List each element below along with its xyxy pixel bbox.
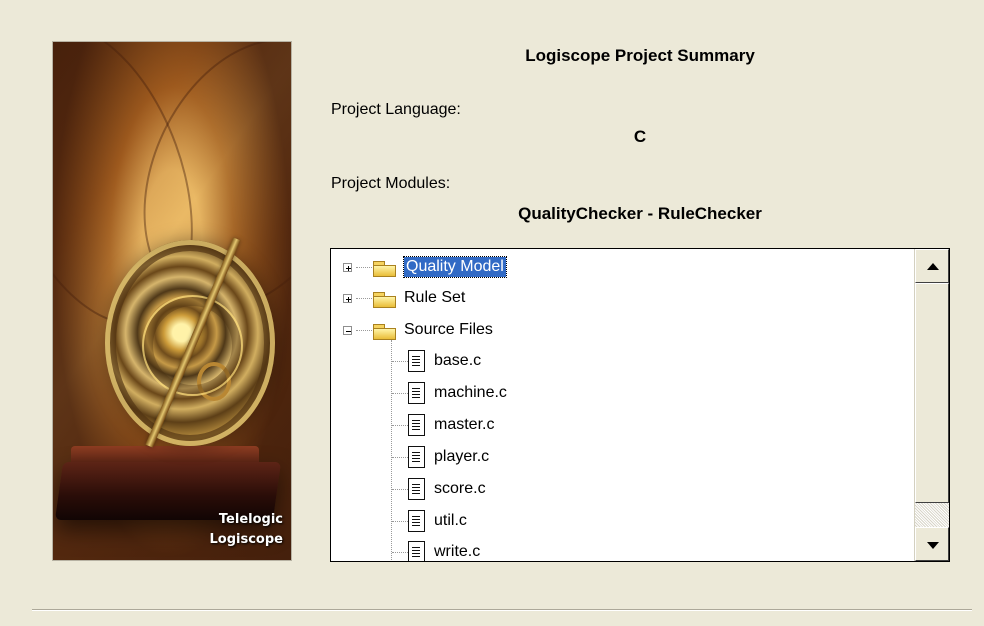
project-tree-list: Quality Model Rule Set Source Files base… (331, 249, 915, 561)
tree-item-label[interactable]: Quality Model (403, 256, 507, 278)
page-title: Logiscope Project Summary (525, 46, 755, 65)
tree-item-label[interactable]: Rule Set (404, 288, 465, 308)
scrollbar-thumb[interactable] (915, 283, 949, 503)
brand-line-telelogic: Telelogic (218, 512, 283, 527)
project-modules-value: QualityChecker - RuleChecker (518, 204, 762, 223)
tree-connector (392, 551, 408, 553)
file-icon (408, 446, 425, 468)
scrollbar-track[interactable] (915, 503, 949, 527)
tree-item-player-c[interactable]: player.c (392, 445, 489, 469)
tree-item-label[interactable]: base.c (434, 351, 481, 371)
file-icon (408, 510, 425, 532)
project-language-label: Project Language: (331, 101, 461, 118)
logiscope-astrolabe-image: Telelogic Logiscope (52, 41, 292, 561)
tree-item-source-files[interactable]: Source Files (343, 318, 493, 342)
tree-item-machine-c[interactable]: machine.c (392, 381, 507, 405)
vertical-scrollbar[interactable] (914, 249, 949, 561)
tree-item-score-c[interactable]: score.c (392, 477, 486, 501)
tree-item-label[interactable]: machine.c (434, 383, 507, 403)
tree-connector (392, 392, 408, 394)
tree-connector (356, 266, 372, 268)
folder-icon (372, 289, 396, 308)
tree-item-base-c[interactable]: base.c (392, 349, 481, 373)
brand-line-logiscope: Logiscope (209, 532, 283, 547)
astrolabe-icon (105, 237, 275, 448)
folder-icon (372, 258, 396, 277)
tree-item-label[interactable]: score.c (434, 479, 486, 499)
tree-item-label[interactable]: write.c (434, 542, 480, 561)
minus-expander-icon[interactable] (343, 325, 352, 335)
file-icon (408, 382, 425, 404)
tree-connector (392, 424, 408, 426)
tree-connector (392, 456, 408, 458)
plus-expander-icon[interactable] (343, 262, 352, 272)
project-modules-label: Project Modules: (331, 175, 451, 192)
tree-connector (356, 329, 372, 331)
file-icon (408, 478, 425, 500)
tree-item-quality-model[interactable]: Quality Model (343, 255, 507, 279)
bottom-separator (32, 609, 972, 611)
file-icon (408, 541, 425, 561)
project-tree-view[interactable]: Quality Model Rule Set Source Files base… (330, 248, 950, 562)
down-arrow-icon[interactable] (915, 527, 949, 561)
tree-item-label[interactable]: master.c (434, 415, 494, 435)
tree-item-master-c[interactable]: master.c (392, 413, 494, 437)
tree-connector (392, 520, 408, 522)
tree-connector (392, 360, 408, 362)
tree-item-write-c[interactable]: write.c (392, 540, 480, 561)
up-arrow-icon[interactable] (915, 249, 949, 283)
file-icon (408, 414, 425, 436)
tree-connector (356, 297, 372, 299)
plus-expander-icon[interactable] (343, 293, 352, 303)
telelogic-logiscope-brand: Telelogic Logiscope (210, 510, 283, 550)
tree-item-label[interactable]: Source Files (404, 320, 493, 340)
project-language-value: C (633, 127, 647, 146)
folder-icon (372, 321, 396, 340)
tree-item-label[interactable]: player.c (434, 447, 489, 467)
file-icon (408, 350, 425, 372)
tree-item-label[interactable]: util.c (434, 511, 467, 531)
tree-item-util-c[interactable]: util.c (392, 509, 467, 533)
tree-item-rule-set[interactable]: Rule Set (343, 286, 465, 310)
tree-connector (392, 488, 408, 490)
